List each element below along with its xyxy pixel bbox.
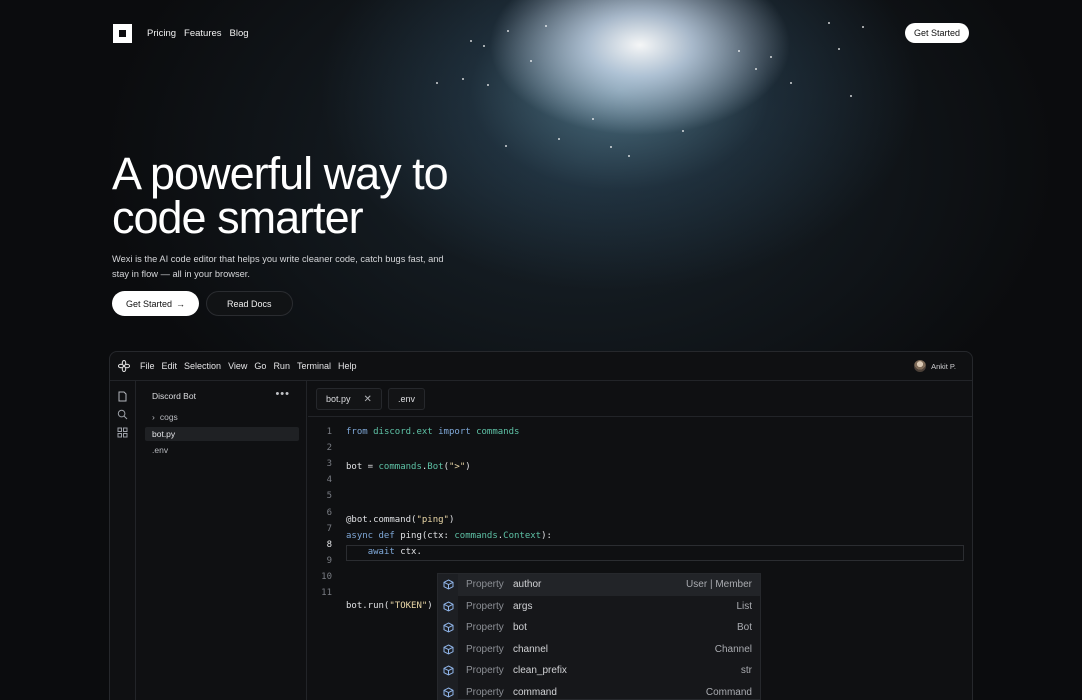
item-kind: Property [466, 600, 504, 612]
extensions-icon[interactable] [117, 425, 128, 438]
file-explorer: Discord Bot ••• › cogs bot.py .env [136, 381, 307, 700]
property-cube-icon [438, 595, 458, 617]
project-title: Discord Bot [152, 391, 196, 401]
tab-label: bot.py [326, 394, 351, 404]
item-type: User | Member [686, 579, 752, 591]
autocomplete-item[interactable]: Property clean_prefix str [438, 660, 760, 682]
menu-view[interactable]: View [228, 361, 247, 371]
user-name: Ankit P. [931, 361, 956, 371]
files-icon[interactable] [117, 389, 128, 402]
tab-label: .env [398, 394, 416, 404]
get-started-label: Get Started [126, 298, 173, 309]
code-line-11: bot.run("TOKEN") [346, 601, 433, 611]
line-number: 1 [326, 427, 332, 437]
property-cube-icon [438, 574, 458, 596]
app-flower-icon [117, 359, 131, 373]
line-number: 11 [321, 588, 332, 598]
menu-terminal[interactable]: Terminal [297, 361, 331, 371]
item-kind: Property [466, 665, 504, 677]
autocomplete-item[interactable]: Property bot Bot [438, 617, 760, 639]
item-kind: Property [466, 579, 504, 591]
tree-item-bot-py[interactable]: bot.py [145, 427, 299, 441]
top-nav: Pricing Features Blog Get Started [113, 23, 969, 43]
search-icon[interactable] [117, 407, 128, 420]
line-number: 6 [326, 508, 332, 518]
code-line-3: bot = commands.Bot(">") [346, 462, 471, 472]
code-line-1: from discord.ext import commands [346, 427, 520, 437]
line-number: 10 [321, 572, 332, 582]
hero-title: A powerful way to code smarter [112, 151, 552, 243]
line-number: 5 [326, 491, 332, 501]
item-name: bot [513, 622, 527, 634]
get-started-button[interactable]: Get Started → [112, 291, 200, 316]
item-type: Channel [714, 643, 752, 655]
menu-list: File Edit Selection View Go Run Terminal… [140, 361, 356, 371]
item-type: str [740, 665, 752, 677]
brand-logo[interactable] [113, 23, 132, 43]
autocomplete-popup: Property author User | Member Property a… [437, 573, 761, 700]
code-line-7: async def ping(ctx: commands.Context): [346, 531, 552, 541]
tab-bot-py[interactable]: bot.py ✕ [316, 388, 382, 410]
nav-link-blog[interactable]: Blog [230, 28, 249, 39]
item-type: List [736, 600, 752, 612]
tree-item-label: .env [152, 445, 169, 455]
code-line-6: @bot.command("ping") [346, 515, 455, 525]
item-kind: Property [466, 622, 504, 634]
more-options-icon[interactable]: ••• [275, 388, 290, 400]
autocomplete-item[interactable]: Property command Command [438, 681, 760, 700]
menu-help[interactable]: Help [338, 361, 357, 371]
editor-tabs: bot.py ✕ .env [308, 381, 972, 417]
tree-item-cogs[interactable]: › cogs [145, 410, 299, 424]
avatar [914, 360, 927, 372]
line-number: 3 [326, 459, 332, 469]
tree-item-label: cogs [159, 412, 178, 422]
nav-link-pricing[interactable]: Pricing [147, 28, 176, 39]
arrow-right-icon: → [176, 298, 186, 309]
activity-bar [110, 381, 136, 700]
editor-menubar: File Edit Selection View Go Run Terminal… [110, 352, 972, 381]
hero-subtitle: Wexi is the AI code editor that helps yo… [112, 254, 444, 279]
line-number: 4 [326, 475, 332, 485]
item-name: args [513, 600, 533, 612]
hero-title-line-2: code smarter [112, 192, 364, 243]
menu-edit[interactable]: Edit [162, 361, 178, 371]
item-name: channel [513, 643, 549, 655]
menu-run[interactable]: Run [273, 361, 290, 371]
autocomplete-item[interactable]: Property author User | Member [438, 574, 760, 596]
item-kind: Property [466, 643, 504, 655]
autocomplete-item[interactable]: Property args List [438, 595, 760, 617]
read-docs-button[interactable]: Read Docs [206, 291, 293, 316]
property-cube-icon [438, 617, 458, 639]
property-cube-icon [438, 660, 458, 682]
current-line-highlight [346, 545, 964, 561]
code-line-8: await ctx. [367, 547, 422, 557]
hero-actions: Get Started → Read Docs [112, 291, 293, 316]
close-icon[interactable]: ✕ [364, 394, 372, 405]
nav-link-features[interactable]: Features [184, 28, 222, 39]
menu-go[interactable]: Go [254, 361, 266, 371]
item-name: clean_prefix [513, 665, 567, 677]
hero: A powerful way to code smarter Wexi is t… [112, 151, 552, 282]
autocomplete-item[interactable]: Property channel Channel [438, 638, 760, 660]
nav-links: Pricing Features Blog [147, 28, 249, 39]
tree-item-env[interactable]: .env [145, 443, 299, 457]
tab-env[interactable]: .env [388, 388, 426, 410]
property-cube-icon [438, 681, 458, 700]
tree-item-label: bot.py [152, 429, 176, 439]
menu-file[interactable]: File [140, 361, 155, 371]
line-number: 2 [326, 443, 332, 453]
user-menu[interactable]: Ankit P. [914, 360, 956, 372]
line-number-current: 8 [326, 540, 332, 550]
nav-get-started-button[interactable]: Get Started [904, 23, 969, 43]
item-type: Command [705, 686, 752, 698]
item-name: author [513, 579, 542, 591]
property-cube-icon [438, 638, 458, 660]
item-type: Bot [736, 622, 752, 634]
line-number: 9 [326, 556, 332, 566]
line-number: 7 [326, 524, 332, 534]
chevron-right-icon: › [152, 412, 155, 422]
menu-selection[interactable]: Selection [184, 361, 221, 371]
item-name: command [513, 686, 557, 698]
item-kind: Property [466, 686, 504, 698]
